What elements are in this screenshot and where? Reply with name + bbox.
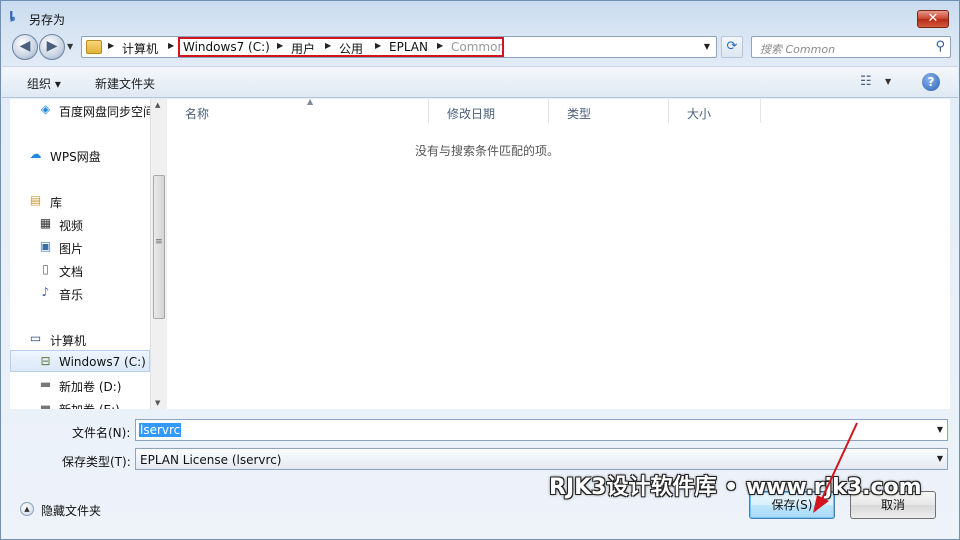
help-icon[interactable]: ? <box>922 73 940 91</box>
address-bar[interactable]: ▶ 计算机 ▶ Windows7 (C:) ▶ 用户 ▶ 公用 ▶ EPLAN … <box>81 36 717 58</box>
collapse-up-icon: ▲ <box>20 502 34 516</box>
sidebar-item-baidu-netdisk[interactable]: ◈ 百度网盘同步空间 <box>10 99 150 121</box>
view-dropdown-icon[interactable]: ▼ <box>885 77 891 86</box>
sidebar-item-label: 文档 <box>59 265 84 279</box>
breadcrumb-eplan[interactable]: EPLAN <box>389 40 428 54</box>
file-list-pane: ▲ 名称 修改日期 类型 大小 没有与搜索条件匹配的项。 <box>167 97 950 409</box>
column-label: 名称 <box>185 107 210 121</box>
sidebar-item-label: 计算机 <box>50 334 87 348</box>
chevron-right-icon[interactable]: ▶ <box>108 41 114 50</box>
baidu-netdisk-icon: ◈ <box>40 102 51 116</box>
sidebar-item-pictures[interactable]: ▣ 图片 <box>10 236 150 258</box>
sidebar-item-music[interactable]: ♪ 音乐 <box>10 282 150 304</box>
chevron-right-icon[interactable]: ▶ <box>437 41 443 50</box>
view-options-icon[interactable]: ☷ <box>860 74 872 89</box>
command-toolbar: 组织 ▾ 新建文件夹 ☷ ▼ ? <box>2 66 958 98</box>
site-watermark: RJK3设计软件库 • www.rjk3.com <box>549 475 922 500</box>
sidebar-item-documents[interactable]: ▯ 文档 <box>10 259 150 281</box>
column-label: 大小 <box>687 107 712 121</box>
search-icon[interactable]: ⚲ <box>935 39 945 54</box>
sidebar-item-label: Windows7 (C:) <box>59 355 146 369</box>
organize-menu-button[interactable]: 组织 ▾ <box>27 75 61 92</box>
chevron-right-icon[interactable]: ▶ <box>277 41 283 50</box>
library-icon: ▤ <box>29 193 42 207</box>
computer-icon: ▭ <box>29 331 42 345</box>
chevron-down-icon[interactable]: ▼ <box>937 425 943 434</box>
filename-value: lservrc <box>139 423 182 437</box>
chevron-right-icon[interactable]: ▶ <box>168 41 174 50</box>
sidebar-item-library[interactable]: ▤ 库 <box>10 190 150 212</box>
drive-c-icon: ⊟ <box>40 354 51 368</box>
refresh-button[interactable]: ⟳ <box>721 36 743 58</box>
close-button[interactable]: ✕ <box>917 10 949 28</box>
breadcrumb-drive-c[interactable]: Windows7 (C:) <box>183 40 270 54</box>
navigation-scrollbar[interactable]: ▲ ≡ ▼ <box>150 99 166 409</box>
column-label: 类型 <box>567 107 592 121</box>
scrollbar-thumb[interactable]: ≡ <box>153 175 165 319</box>
title-bar: ȴ 另存为 ✕ <box>1 1 959 33</box>
sidebar-item-video[interactable]: ▦ 视频 <box>10 213 150 235</box>
filetype-label: 保存类型(T): <box>62 455 131 469</box>
sidebar-item-label: 库 <box>50 196 63 210</box>
sidebar-item-drive-e[interactable]: ▬ 新加卷 (E:) <box>10 397 150 409</box>
window-title: 另存为 <box>29 13 66 27</box>
filename-field[interactable]: lservrc ▼ <box>135 419 948 441</box>
back-button[interactable]: ◀ <box>12 34 38 60</box>
sidebar-item-label: WPS网盘 <box>50 150 101 164</box>
scroll-down-arrow-icon[interactable]: ▼ <box>155 399 160 407</box>
sidebar-item-label: 新加卷 (E:) <box>59 401 120 409</box>
navigation-row: ◀ ▶ ▼ ▶ 计算机 ▶ Windows7 (C:) ▶ 用户 ▶ 公用 ▶ … <box>1 34 959 60</box>
breadcrumb-users[interactable]: 用户 <box>291 40 315 57</box>
filetype-select[interactable]: EPLAN License (lservrc) ▼ <box>135 448 948 470</box>
filetype-value: EPLAN License (lservrc) <box>140 453 282 467</box>
search-input[interactable]: 搜索 Common ⚲ <box>751 36 951 58</box>
search-placeholder: 搜索 Common <box>760 43 836 56</box>
address-dropdown-icon[interactable]: ▼ <box>704 42 710 51</box>
empty-folder-message: 没有与搜索条件匹配的项。 <box>414 144 559 158</box>
column-header-name[interactable]: ▲ 名称 <box>167 97 429 123</box>
sidebar-item-wps-cloud[interactable]: ☁ WPS网盘 <box>10 144 150 166</box>
folder-icon <box>86 40 102 54</box>
document-icon: ▯ <box>42 262 49 276</box>
video-icon: ▦ <box>39 216 52 230</box>
breadcrumb-common[interactable]: Common <box>451 40 505 54</box>
wps-cloud-icon: ☁ <box>29 147 42 161</box>
grip-icon: ≡ <box>155 237 163 247</box>
column-header-date-modified[interactable]: 修改日期 <box>429 99 549 123</box>
sidebar-item-drive-c[interactable]: ⊟ Windows7 (C:) <box>10 350 150 372</box>
sidebar-item-label: 图片 <box>59 242 84 256</box>
save-as-dialog: ȴ 另存为 ✕ ◀ ▶ ▼ ▶ 计算机 ▶ Windows7 (C:) ▶ 用户… <box>0 0 960 540</box>
breadcrumb-public[interactable]: 公用 <box>339 40 363 57</box>
sort-ascending-icon: ▲ <box>307 97 314 106</box>
picture-icon: ▣ <box>39 239 52 253</box>
sidebar-item-label: 视频 <box>59 219 84 233</box>
hide-folders-label: 隐藏文件夹 <box>41 504 102 518</box>
new-folder-button[interactable]: 新建文件夹 <box>95 75 155 92</box>
filename-label: 文件名(N): <box>72 426 131 440</box>
sidebar-item-label: 音乐 <box>59 288 84 302</box>
breadcrumb-computer[interactable]: 计算机 <box>122 40 158 57</box>
app-icon: ȴ <box>9 10 16 25</box>
column-header-size[interactable]: 大小 <box>669 99 761 123</box>
drive-icon: ▬ <box>39 377 52 391</box>
recent-pages-dropdown-icon[interactable]: ▼ <box>67 42 73 51</box>
sidebar-item-label: 百度网盘同步空间 <box>59 105 150 119</box>
refresh-icon: ⟳ <box>726 39 738 54</box>
navigation-pane: ◈ 百度网盘同步空间 ☁ WPS网盘 ▤ 库 ▦ 视频 ▣ 图片 ▯ 文档 ♪ … <box>10 99 150 409</box>
drive-icon: ▬ <box>39 400 52 409</box>
music-icon: ♪ <box>41 285 50 299</box>
column-label: 修改日期 <box>447 107 496 121</box>
scroll-up-arrow-icon[interactable]: ▲ <box>155 101 160 109</box>
forward-button[interactable]: ▶ <box>39 34 65 60</box>
sidebar-item-drive-d[interactable]: ▬ 新加卷 (D:) <box>10 374 150 396</box>
chevron-right-icon[interactable]: ▶ <box>375 41 381 50</box>
column-header-type[interactable]: 类型 <box>549 99 669 123</box>
sidebar-item-label: 新加卷 (D:) <box>59 380 122 394</box>
chevron-right-icon[interactable]: ▶ <box>325 41 331 50</box>
sidebar-item-computer[interactable]: ▭ 计算机 <box>10 328 150 350</box>
chevron-down-icon[interactable]: ▼ <box>937 454 943 463</box>
